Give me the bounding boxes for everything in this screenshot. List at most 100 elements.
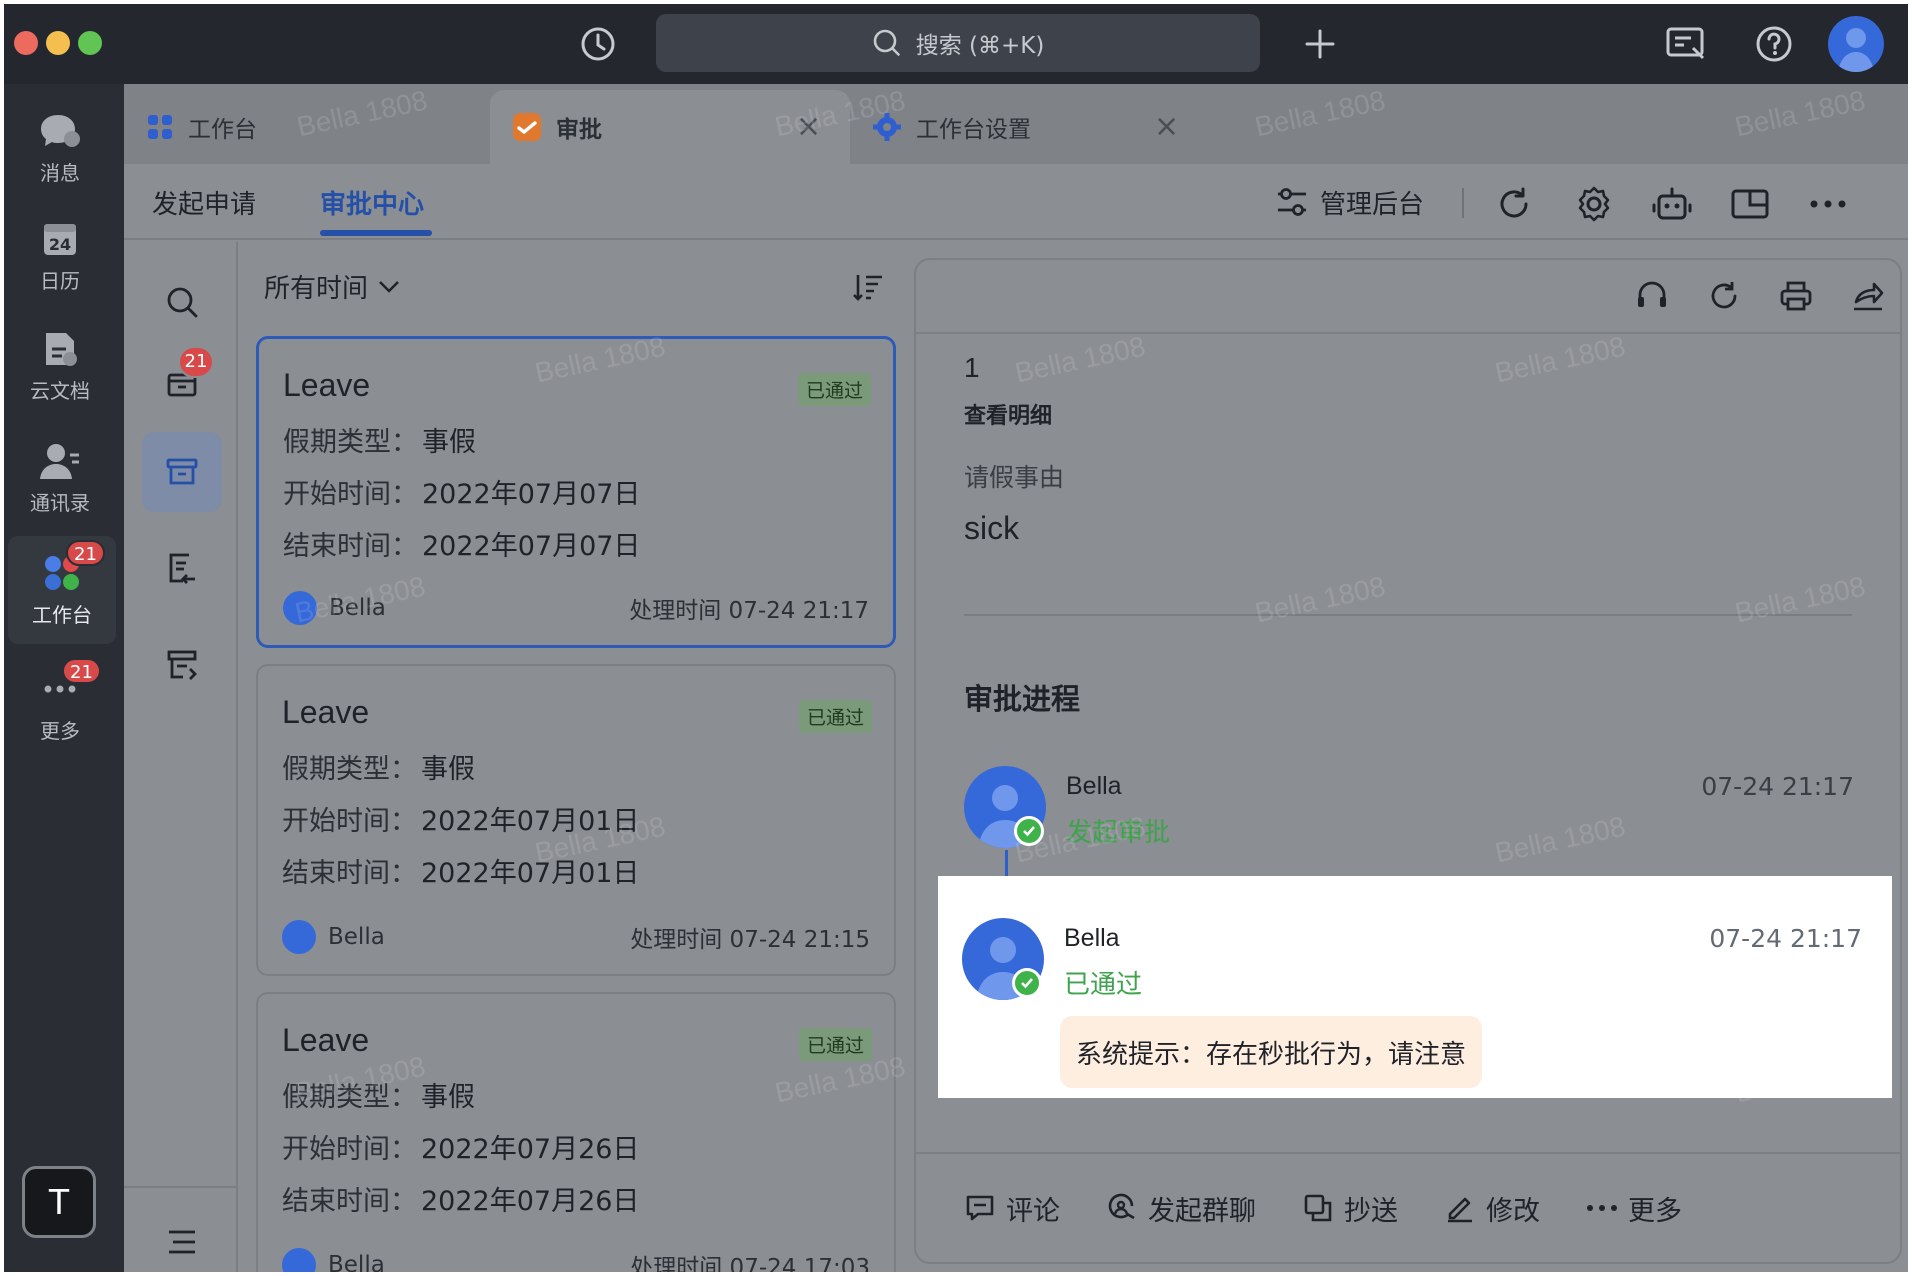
minimize-window-button[interactable] [46,31,70,55]
leave-type-label: 假期类型： [282,754,417,785]
sidebar-item-workplace[interactable]: 工作台 21 [8,536,116,644]
tab-start-request[interactable]: 发起申请 [152,184,256,221]
history-icon[interactable] [572,18,624,70]
tab-approval[interactable]: 审批 × [490,90,850,164]
calendar-icon: 24 [44,223,76,255]
bot-icon[interactable] [1650,182,1694,226]
card-processed-time: 处理时间 07-24 21:15 [630,927,870,953]
sidebar-item-more[interactable]: 更多 21 [4,652,116,760]
sidebar-item-messages[interactable]: 消息 [4,94,116,202]
sidebar-item-label: 通讯录 [30,490,90,515]
submitted-form-icon[interactable] [142,528,222,608]
admin-console-label: 管理后台 [1320,189,1425,220]
card-processed-time: 处理时间 07-24 21:17 [629,598,869,624]
settings-icon[interactable] [1572,182,1616,226]
more-actions-button[interactable]: 更多 [1586,1189,1682,1228]
status-badge: 已通过 [797,373,871,406]
sort-icon[interactable] [852,272,884,306]
close-window-button[interactable] [14,31,38,55]
approval-app-icon [513,113,541,141]
gear-icon [873,113,901,141]
announcement-icon[interactable] [1660,18,1712,70]
more-icon [1587,1205,1617,1211]
tab-workplace[interactable]: 工作台 [124,90,490,164]
chevron-down-icon [379,280,399,293]
group-chat-button[interactable]: 发起群聊 [1106,1189,1256,1228]
reason-label: 请假事由 [964,463,1065,492]
search-placeholder: 搜索 (⌘+K) [915,33,1045,59]
detail-toolbar [916,260,1900,334]
section-divider [964,614,1852,616]
time-filter-dropdown[interactable]: 所有时间 [264,268,400,305]
approval-card[interactable]: Leave 已通过 假期类型： 事假 开始时间： 2022年07月26日 结束时间：… [256,992,896,1272]
process-step: Bella 发起审批 07-24 21:17 [964,766,1864,850]
refresh-icon[interactable] [1702,274,1746,318]
start-time-value: 2022年07月26日 [421,1134,640,1165]
card-user: Bella [329,595,386,621]
admin-console-button[interactable]: 管理后台 [1274,178,1424,226]
sidebar-item-calendar[interactable]: 24 日历 [4,202,116,310]
user-initial-button[interactable]: T [22,1166,96,1238]
detail-action-bar: 评论 发起群聊 抄送 修改 更多 [916,1152,1900,1262]
calendar-day: 24 [49,235,71,254]
workplace-badge: 21 [66,540,105,566]
active-tab-indicator [320,230,432,236]
cc-button[interactable]: 抄送 [1302,1189,1398,1228]
step-action: 已通过 [1064,970,1143,1000]
toolbar-divider [1462,188,1464,218]
sidebar-item-label: 更多 [40,718,80,743]
action-label: 发起群聊 [1148,1195,1256,1227]
add-icon[interactable] [1294,18,1346,70]
share-icon[interactable] [1846,274,1890,318]
refresh-icon[interactable] [1492,182,1536,226]
card-title: Leave [282,694,370,730]
tab-workplace-settings[interactable]: 工作台设置 × [850,90,1210,164]
status-badge: 已通过 [798,1028,872,1061]
print-icon[interactable] [1774,274,1818,318]
search-icon[interactable] [142,262,222,342]
action-label: 抄送 [1344,1195,1398,1227]
close-tab-icon[interactable]: × [1154,112,1179,142]
card-user: Bella [328,924,385,950]
approval-nav: 发起申请 审批中心 管理后台 [124,164,1908,240]
approval-card[interactable]: Leave 已通过 假期类型： 事假 开始时间： 2022年07月07日 结束时间：… [256,336,896,648]
card-processed-time: 处理时间 07-24 17:03 [630,1255,870,1272]
leave-type-value: 事假 [421,754,475,785]
tab-approval-center[interactable]: 审批中心 [320,184,424,221]
end-time-label: 结束时间： [283,531,418,562]
detail-count: 1 [964,352,980,383]
more-options-icon[interactable] [1806,182,1850,226]
close-tab-icon[interactable]: × [796,112,821,142]
pencil-icon [1448,1197,1472,1223]
search-input[interactable]: 搜索 (⌘+K) [656,14,1260,72]
leave-type-value: 事假 [422,427,476,458]
reason-value: sick [964,510,1020,546]
view-detail-link[interactable]: 查看明细 [964,398,1052,430]
tab-label: 审批 [556,117,602,143]
sidebar-item-contacts[interactable]: 通讯录 [4,424,116,532]
cc-list-icon[interactable] [142,624,222,704]
step-time: 07-24 21:17 [1701,772,1854,801]
pending-inbox-icon[interactable]: 21 [142,342,222,422]
approval-card[interactable]: Leave 已通过 假期类型： 事假 开始时间： 2022年07月01日 结束时间：… [256,664,896,976]
tab-bar: 工作台 审批 × 工作台设置 × [124,84,1908,164]
start-time-value: 2022年07月01日 [421,806,640,837]
comment-button[interactable]: 评论 [964,1189,1060,1228]
headset-icon[interactable] [1630,274,1674,318]
split-window-icon[interactable] [1728,182,1772,226]
edit-button[interactable]: 修改 [1444,1189,1540,1228]
process-title: 审批进程 [964,682,1081,716]
step-user: Bella [1064,924,1120,952]
processed-archive-icon[interactable] [142,432,222,512]
group-chat-icon [1108,1193,1135,1220]
zoom-window-button[interactable] [78,31,102,55]
user-avatar[interactable] [1828,16,1884,72]
step-time: 07-24 21:17 [1709,924,1862,953]
more-badge: 21 [62,658,101,684]
tab-label: 工作台 [188,117,257,143]
sidebar-item-docs[interactable]: 云文档 [4,312,116,420]
avatar [283,591,317,625]
help-icon[interactable] [1748,18,1800,70]
approval-sidebar: 21 [124,242,238,1272]
menu-icon[interactable] [142,1202,222,1272]
